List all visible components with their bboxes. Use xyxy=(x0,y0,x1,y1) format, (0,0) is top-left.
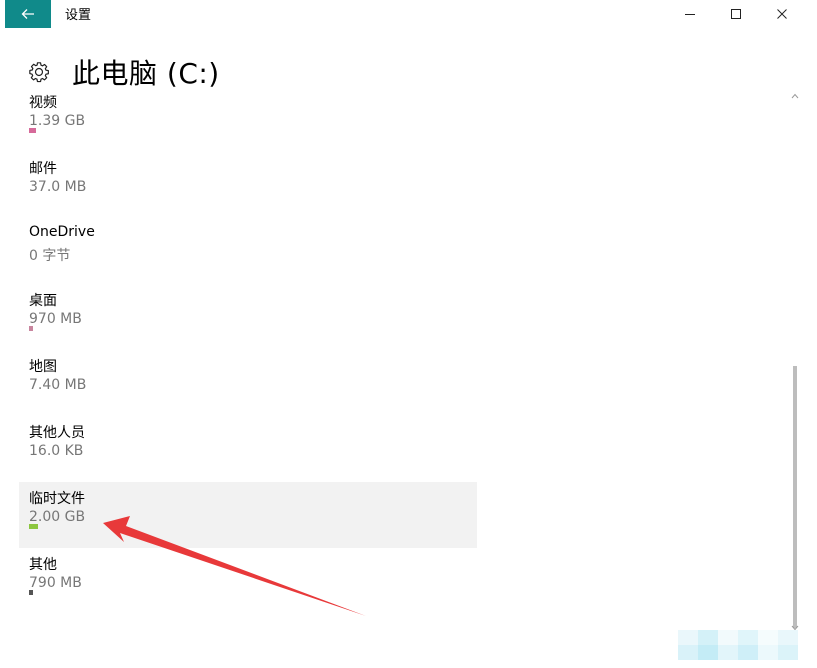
annotation-arrow xyxy=(103,516,366,616)
watermark-pixelation xyxy=(678,630,798,660)
